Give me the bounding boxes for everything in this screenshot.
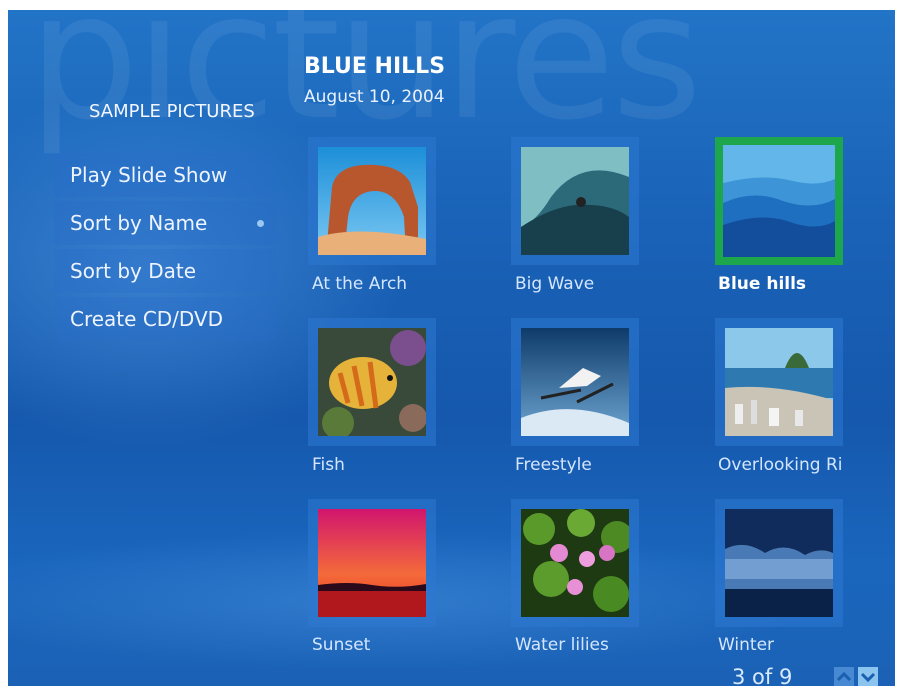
- media-center-screen: pictures SAMPLE PICTURES BLUE HILLS Augu…: [8, 10, 895, 686]
- page-indicator: 3 of 9: [732, 665, 793, 686]
- sort-by-name-button[interactable]: Sort by Name: [54, 201, 276, 245]
- picture-tile-at-the-arch[interactable]: [308, 137, 436, 265]
- picture-tile-winter[interactable]: [715, 499, 843, 627]
- menu-item-label: Create CD/DVD: [70, 307, 224, 331]
- menu-item-label: Sort by Date: [70, 259, 197, 283]
- picture-caption: At the Arch: [312, 274, 408, 294]
- picture-caption: Big Wave: [515, 274, 595, 294]
- picture-tile-water-lilies[interactable]: [511, 499, 639, 627]
- selected-dot-icon: [257, 220, 264, 227]
- arch-photo-icon: [318, 147, 426, 255]
- section-title: SAMPLE PICTURES: [89, 101, 255, 122]
- picture-tile-freestyle[interactable]: [511, 318, 639, 446]
- picture-title: BLUE HILLS: [304, 54, 446, 79]
- picture-tile-sunset[interactable]: [308, 499, 436, 627]
- picture-caption: Winter: [718, 635, 775, 655]
- chevron-down-icon[interactable]: [858, 667, 878, 686]
- picture-caption: Water lilies: [515, 635, 609, 655]
- picture-tile-blue-hills[interactable]: [715, 137, 843, 265]
- picture-caption: Sunset: [312, 635, 371, 655]
- picture-caption: Overlooking Ri: [718, 455, 843, 475]
- picture-tile-fish[interactable]: [308, 318, 436, 446]
- picture-tile-big-wave[interactable]: [511, 137, 639, 265]
- city-photo-icon: [725, 328, 833, 436]
- picture-tile-overlooking[interactable]: [715, 318, 843, 446]
- picture-caption: Blue hills: [718, 274, 807, 294]
- picture-caption: Fish: [312, 455, 345, 475]
- hills-photo-icon: [723, 145, 835, 257]
- picture-date: August 10, 2004: [304, 87, 445, 107]
- winter-photo-icon: [725, 509, 833, 617]
- side-menu: Play Slide Show Sort by Name Sort by Dat…: [54, 153, 276, 345]
- chevron-up-icon[interactable]: [834, 667, 854, 686]
- menu-item-label: Play Slide Show: [70, 163, 228, 187]
- skier-photo-icon: [521, 328, 629, 436]
- lilies-photo-icon: [521, 509, 629, 617]
- menu-item-label: Sort by Name: [70, 211, 208, 235]
- wave-photo-icon: [521, 147, 629, 255]
- sort-by-date-button[interactable]: Sort by Date: [54, 249, 276, 293]
- play-slide-show-button[interactable]: Play Slide Show: [54, 153, 276, 197]
- sunset-photo-icon: [318, 509, 426, 617]
- fish-photo-icon: [318, 328, 426, 436]
- picture-caption: Freestyle: [515, 455, 592, 475]
- create-cd-dvd-button[interactable]: Create CD/DVD: [54, 297, 276, 341]
